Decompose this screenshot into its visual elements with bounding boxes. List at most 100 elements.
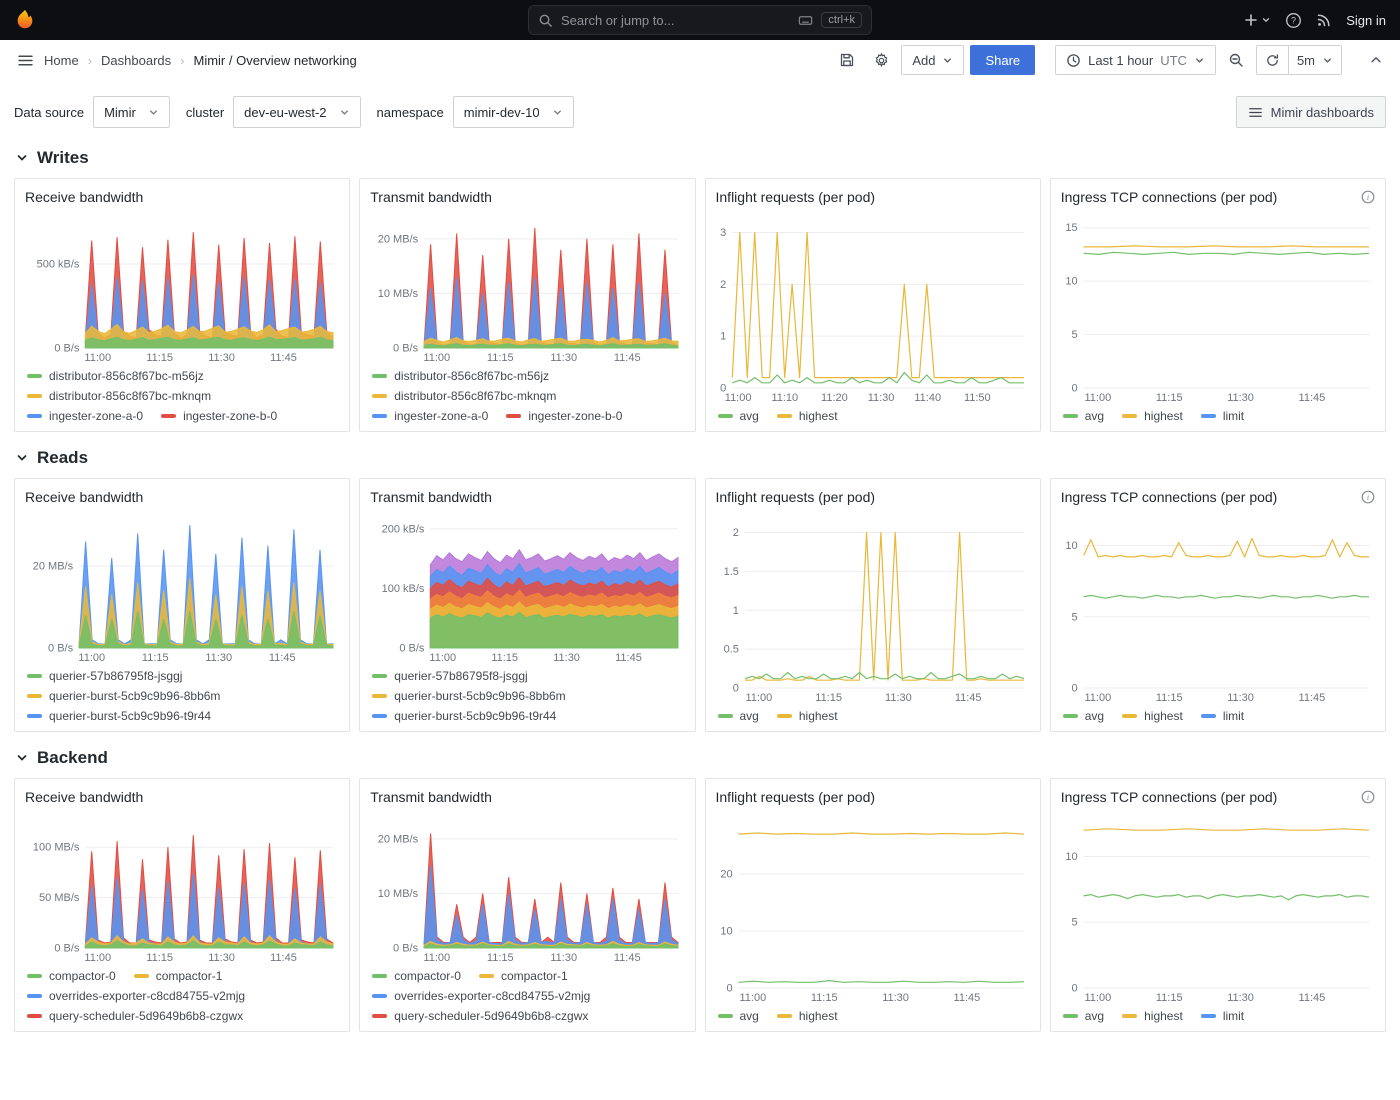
settings-icon[interactable] — [867, 46, 895, 74]
legend-item[interactable]: avg — [717, 709, 759, 723]
panel-title[interactable]: Inflight requests (per pod) — [716, 789, 876, 805]
panel-title[interactable]: Receive bandwidth — [25, 789, 143, 805]
panel-title[interactable]: Inflight requests (per pod) — [716, 489, 876, 505]
legend-item[interactable]: highest — [776, 409, 838, 423]
svg-text:11:00: 11:00 — [724, 392, 751, 404]
time-series-chart[interactable]: 100 MB/s 50 MB/s 0 B/s 11:00 11:15 11:30 11:45 — [25, 811, 339, 964]
time-series-chart[interactable]: 20 10 0 11:00 11:15 11:30 11:45 — [716, 811, 1030, 1004]
share-button[interactable]: Share — [970, 45, 1036, 75]
legend-item[interactable]: compactor-1 — [478, 969, 568, 983]
panel-title[interactable]: Inflight requests (per pod) — [716, 189, 876, 205]
var-namespace-select[interactable]: mimir-dev-10 — [452, 96, 574, 128]
legend-item[interactable]: ingester-zone-a-0 — [372, 409, 488, 423]
legend-item[interactable]: overrides-exporter-c8cd84755-v2mjg — [372, 989, 590, 1003]
legend-item[interactable]: avg — [717, 409, 759, 423]
legend-item[interactable]: highest — [1122, 709, 1183, 723]
legend-item[interactable]: querier-57b86795f8-jsggj — [372, 669, 528, 683]
time-series-chart[interactable]: 10 5 0 11:00 11:15 11:30 11:45 — [1061, 811, 1375, 1004]
dashboard-actions: Add Share Last 1 hour UTC 5m — [833, 45, 1390, 75]
time-series-chart[interactable]: 20 MB/s 10 MB/s 0 B/s 11:00 11:15 11:30 11:45 — [370, 811, 684, 964]
panel-title[interactable]: Ingress TCP connections (per pod) — [1061, 189, 1278, 205]
sign-in-link[interactable]: Sign in — [1346, 13, 1386, 28]
legend-item[interactable]: highest — [776, 709, 838, 723]
legend-item[interactable]: limit — [1200, 1009, 1244, 1023]
legend-item[interactable]: overrides-exporter-c8cd84755-v2mjg — [27, 989, 245, 1003]
topbar-left — [14, 9, 528, 31]
legend-item[interactable]: ingester-zone-a-0 — [27, 409, 143, 423]
section-header-writes[interactable]: Writes — [16, 148, 1384, 168]
section-header-backend[interactable]: Backend — [16, 748, 1384, 768]
time-series-chart[interactable]: 500 kB/s 0 B/s 11:00 11:15 11:30 11:45 — [25, 211, 339, 364]
legend-item[interactable]: avg — [1062, 1009, 1104, 1023]
breadcrumb-dashboards[interactable]: Dashboards — [101, 53, 171, 68]
legend-item[interactable]: compactor-1 — [133, 969, 222, 983]
legend-item[interactable]: compactor-0 — [372, 969, 461, 983]
svg-text:11:45: 11:45 — [1298, 692, 1325, 704]
legend-item[interactable]: querier-57b86795f8-jsggj — [27, 669, 182, 683]
legend-swatch — [478, 974, 494, 978]
legend-swatch — [1122, 714, 1138, 718]
legend-item[interactable]: querier-burst-5cb9c9b96-t9r44 — [27, 709, 211, 723]
legend-item[interactable]: avg — [1062, 709, 1104, 723]
legend-item[interactable]: ingester-zone-b-0 — [506, 409, 622, 423]
panel-header: Transmit bandwidth — [370, 485, 684, 509]
legend-item[interactable]: highest — [1122, 409, 1183, 423]
legend-item[interactable]: limit — [1200, 409, 1244, 423]
legend-item[interactable]: ingester-zone-b-0 — [161, 409, 277, 423]
panel-title[interactable]: Transmit bandwidth — [370, 489, 492, 505]
time-series-chart[interactable]: 20 MB/s 0 B/s 11:00 11:15 11:30 11:45 — [25, 511, 339, 664]
save-icon[interactable] — [833, 46, 861, 74]
time-series-chart[interactable]: 2 1.5 1 0.5 0 11:00 11:15 11:30 11:45 — [716, 511, 1030, 704]
time-series-chart[interactable]: 15 10 5 0 11:00 11:15 11:30 11:45 — [1061, 211, 1375, 404]
info-icon[interactable]: i — [1361, 190, 1375, 204]
panel-title[interactable]: Receive bandwidth — [25, 189, 143, 205]
legend-item[interactable]: distributor-856c8f67bc-m56jz — [27, 369, 204, 383]
legend-item[interactable]: query-scheduler-5d9649b6b8-czgwx — [27, 1009, 243, 1023]
help-icon[interactable]: ? — [1285, 12, 1302, 29]
legend-item[interactable]: query-scheduler-5d9649b6b8-czgwx — [372, 1009, 588, 1023]
legend-swatch — [506, 414, 522, 418]
panel-title[interactable]: Receive bandwidth — [25, 489, 143, 505]
breadcrumb-home[interactable]: Home — [44, 53, 79, 68]
time-range-picker[interactable]: Last 1 hour UTC — [1055, 45, 1216, 75]
var-datasource-select[interactable]: Mimir — [93, 96, 170, 128]
refresh-interval-button[interactable]: 5m — [1287, 45, 1342, 75]
add-button[interactable]: Add — [901, 45, 965, 75]
legend-item[interactable]: avg — [1062, 409, 1104, 423]
legend-item[interactable]: distributor-856c8f67bc-mknqm — [372, 389, 556, 403]
mimir-dashboards-button[interactable]: Mimir dashboards — [1235, 96, 1386, 128]
panel-title[interactable]: Transmit bandwidth — [370, 789, 492, 805]
legend-item[interactable]: querier-burst-5cb9c9b96-8bb6m — [27, 689, 220, 703]
legend-item[interactable]: highest — [1122, 1009, 1183, 1023]
time-series-chart[interactable]: 10 5 0 11:00 11:15 11:30 11:45 — [1061, 511, 1375, 704]
grafana-logo[interactable] — [14, 9, 36, 31]
legend-item[interactable]: querier-burst-5cb9c9b96-t9r44 — [372, 709, 556, 723]
legend-item[interactable]: distributor-856c8f67bc-mknqm — [27, 389, 211, 403]
time-series-chart[interactable]: 3 2 1 0 11:00 11:10 11:20 11:30 11:40 11:50 — [716, 211, 1030, 404]
legend-item[interactable]: avg — [717, 1009, 759, 1023]
refresh-button[interactable] — [1255, 45, 1288, 75]
zoom-out-icon[interactable] — [1222, 46, 1250, 74]
info-icon[interactable]: i — [1361, 790, 1375, 804]
legend-item[interactable]: distributor-856c8f67bc-m56jz — [372, 369, 549, 383]
collapse-toolbar-icon[interactable] — [1362, 46, 1390, 74]
legend-item[interactable]: highest — [776, 1009, 838, 1023]
section-header-reads[interactable]: Reads — [16, 448, 1384, 468]
legend-item[interactable]: querier-burst-5cb9c9b96-8bb6m — [372, 689, 566, 703]
legend-item[interactable]: compactor-0 — [27, 969, 116, 983]
legend-item[interactable]: limit — [1200, 709, 1244, 723]
panel-title[interactable]: Ingress TCP connections (per pod) — [1061, 789, 1278, 805]
time-series-chart[interactable]: 200 kB/s 100 kB/s 0 B/s 11:00 11:15 11:30 11:4… — [370, 511, 684, 664]
news-icon[interactable] — [1316, 12, 1332, 28]
info-icon[interactable]: i — [1361, 490, 1375, 504]
search-input[interactable]: Search or jump to... ctrl+k — [528, 5, 872, 35]
svg-text:10: 10 — [720, 926, 732, 938]
add-menu-button[interactable] — [1243, 12, 1271, 28]
panel-title[interactable]: Transmit bandwidth — [370, 189, 492, 205]
breadcrumb-separator: › — [180, 52, 185, 68]
var-cluster-select[interactable]: dev-eu-west-2 — [233, 96, 361, 128]
legend-swatch — [1062, 1014, 1078, 1018]
menu-icon[interactable] — [10, 45, 40, 75]
time-series-chart[interactable]: 20 MB/s 10 MB/s 0 B/s 11:00 11:15 11:30 11:45 — [370, 211, 684, 364]
panel-title[interactable]: Ingress TCP connections (per pod) — [1061, 489, 1278, 505]
